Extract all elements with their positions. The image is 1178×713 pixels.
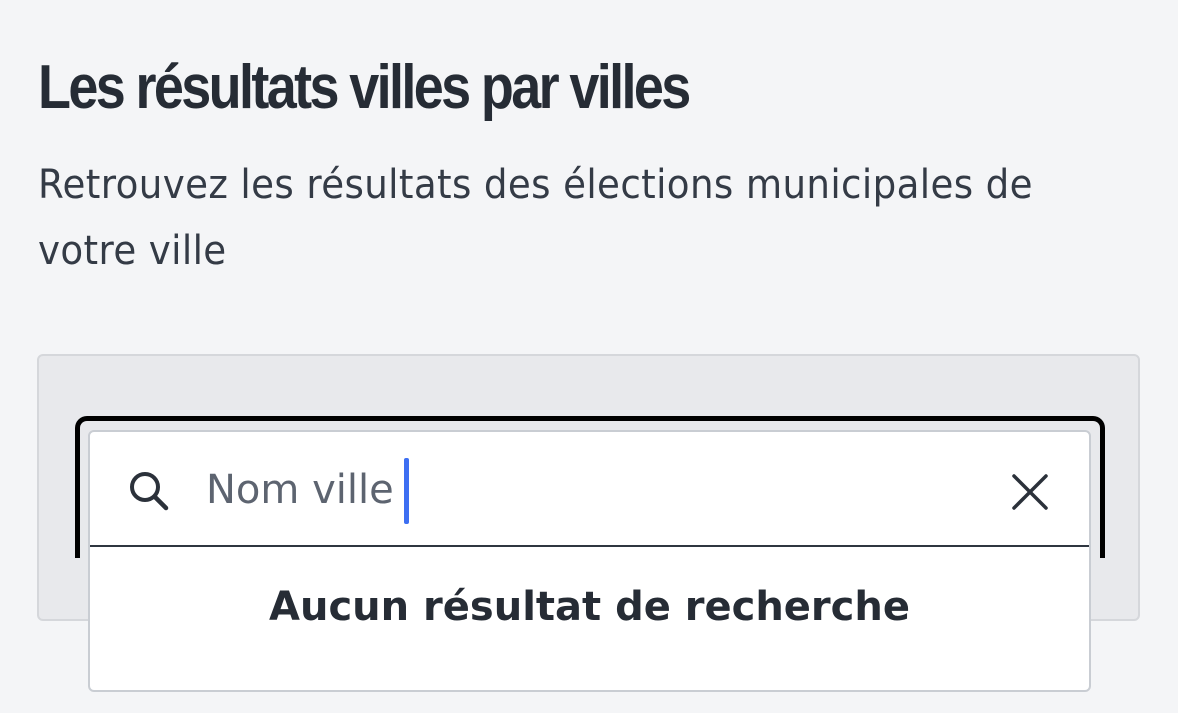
- no-results-message: Aucun résultat de recherche: [269, 584, 910, 630]
- clear-search-button[interactable]: [1006, 468, 1054, 516]
- page-subtitle: Retrouvez les résultats des élections mu…: [38, 162, 1033, 274]
- search-input-row[interactable]: [90, 432, 1089, 547]
- city-search-combobox[interactable]: Aucun résultat de recherche: [88, 430, 1091, 692]
- search-input[interactable]: [206, 454, 986, 526]
- page-title: Les résultats villes par villes: [38, 53, 691, 122]
- text-caret: [404, 458, 409, 524]
- page: Les résultats villes par villes Retrouve…: [0, 0, 1178, 713]
- search-icon: [128, 470, 170, 512]
- close-icon: [1012, 474, 1048, 510]
